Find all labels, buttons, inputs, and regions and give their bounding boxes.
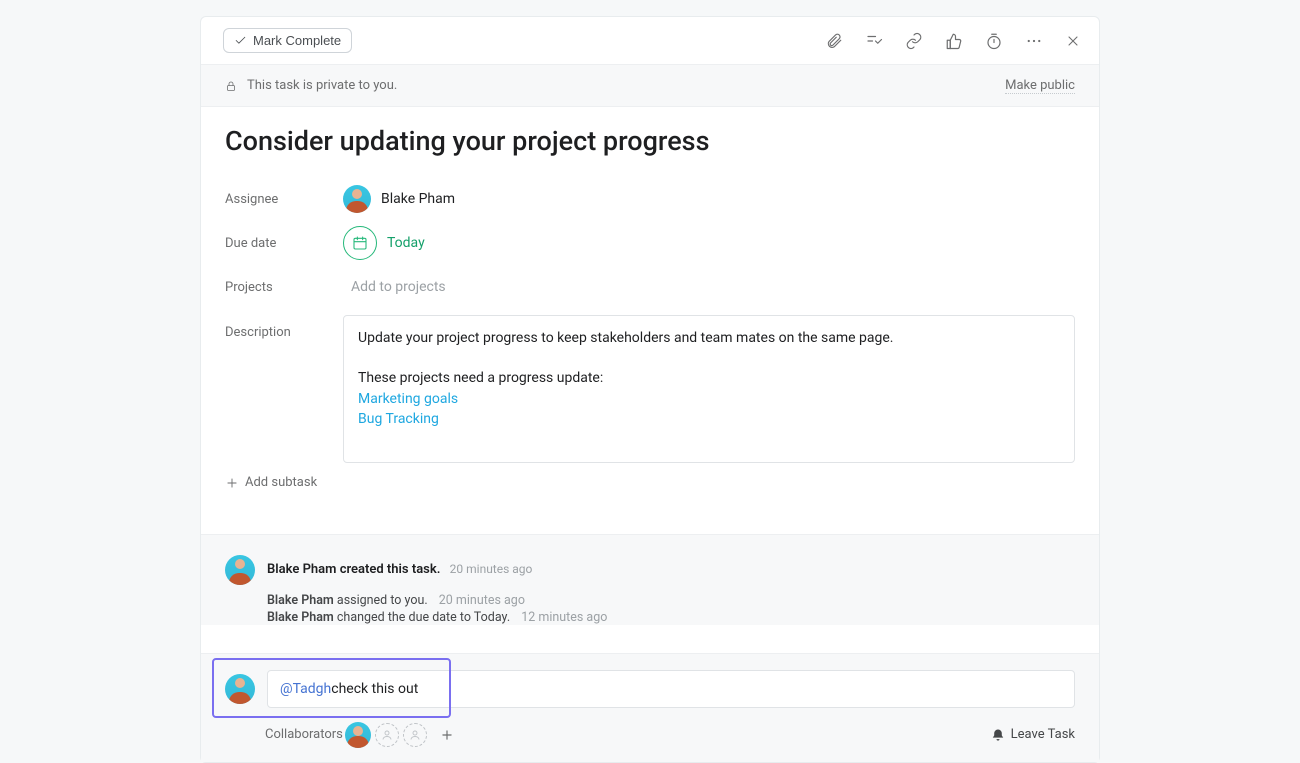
activity-event-1-text: changed the due date to Today. bbox=[337, 610, 510, 625]
plus-icon bbox=[225, 476, 239, 490]
assignee-value[interactable]: Blake Pham bbox=[343, 185, 455, 213]
description-line1: Update your project progress to keep sta… bbox=[358, 328, 1060, 348]
assignee-label: Assignee bbox=[225, 192, 343, 207]
leave-task-label: Leave Task bbox=[1011, 727, 1075, 742]
assignee-name: Blake Pham bbox=[381, 191, 455, 207]
projects-row: Projects Add to projects bbox=[225, 265, 1075, 309]
task-detail-panel: Mark Complete bbox=[200, 16, 1100, 763]
comment-mention: @Tadgh bbox=[280, 681, 331, 697]
activity-event-0-text: assigned to you. bbox=[337, 593, 428, 608]
activity-event-0-time: 20 minutes ago bbox=[439, 593, 525, 608]
activity-event-0-actor: Blake Pham bbox=[267, 593, 334, 608]
comment-input[interactable]: @Tadgh check this out bbox=[267, 670, 1075, 708]
empty-collaborator-slot[interactable] bbox=[375, 723, 399, 747]
close-icon[interactable] bbox=[1065, 33, 1081, 49]
privacy-bar: This task is private to you. Make public bbox=[201, 65, 1099, 107]
empty-collaborator-slot[interactable] bbox=[403, 723, 427, 747]
activity-created-text: created this task. bbox=[340, 562, 441, 577]
timer-icon[interactable] bbox=[985, 32, 1003, 50]
check-icon bbox=[234, 34, 247, 47]
description-row: Description Update your project progress… bbox=[225, 315, 1075, 463]
assignee-avatar bbox=[343, 185, 371, 213]
description-link-1[interactable]: Marketing goals bbox=[358, 391, 458, 407]
mark-complete-label: Mark Complete bbox=[253, 33, 341, 48]
collaborators-label: Collaborators bbox=[265, 727, 343, 742]
mark-complete-button[interactable]: Mark Complete bbox=[223, 28, 352, 53]
more-icon[interactable] bbox=[1025, 32, 1043, 50]
task-title[interactable]: Consider updating your project progress bbox=[225, 125, 1075, 157]
activity-created-actor: Blake Pham bbox=[267, 562, 336, 577]
activity-event-1-actor: Blake Pham bbox=[267, 610, 334, 625]
description-input[interactable]: Update your project progress to keep sta… bbox=[343, 315, 1075, 463]
toolbar: Mark Complete bbox=[201, 17, 1099, 65]
make-public-link[interactable]: Make public bbox=[1005, 78, 1075, 94]
collaborator-avatar[interactable] bbox=[345, 722, 371, 748]
comment-avatar bbox=[225, 674, 255, 704]
privacy-message: This task is private to you. bbox=[247, 78, 397, 93]
projects-label: Projects bbox=[225, 280, 343, 295]
collaborators-group bbox=[345, 722, 457, 748]
add-subtask-label: Add subtask bbox=[245, 475, 317, 490]
description-link-2[interactable]: Bug Tracking bbox=[358, 411, 439, 427]
activity-event-1-time: 12 minutes ago bbox=[521, 610, 607, 625]
description-line2: These projects need a progress update: bbox=[358, 368, 1060, 388]
due-date-text: Today bbox=[387, 235, 425, 251]
activity-created-time: 20 minutes ago bbox=[450, 562, 533, 576]
assignee-row: Assignee Blake Pham bbox=[225, 177, 1075, 221]
due-date-value[interactable]: Today bbox=[343, 226, 425, 260]
activity-section: Blake Pham created this task. 20 minutes… bbox=[201, 534, 1099, 625]
add-to-projects-button[interactable]: Add to projects bbox=[351, 279, 446, 295]
attachment-icon[interactable] bbox=[825, 32, 843, 50]
leave-task-button[interactable]: Leave Task bbox=[991, 727, 1075, 742]
comment-area: @Tadgh check this out bbox=[201, 653, 1099, 708]
activity-avatar bbox=[225, 555, 255, 585]
link-icon[interactable] bbox=[905, 32, 923, 50]
add-subtask-button[interactable]: Add subtask bbox=[225, 475, 317, 490]
comment-text: check this out bbox=[331, 681, 418, 697]
due-date-row: Due date Today bbox=[225, 221, 1075, 265]
due-date-label: Due date bbox=[225, 236, 343, 251]
description-label: Description bbox=[225, 315, 343, 340]
subtask-icon[interactable] bbox=[865, 32, 883, 50]
like-icon[interactable] bbox=[945, 32, 963, 50]
bell-icon bbox=[991, 728, 1005, 742]
lock-icon bbox=[225, 80, 237, 92]
footer: Collaborators Leave Task bbox=[201, 708, 1099, 762]
calendar-icon bbox=[343, 226, 377, 260]
